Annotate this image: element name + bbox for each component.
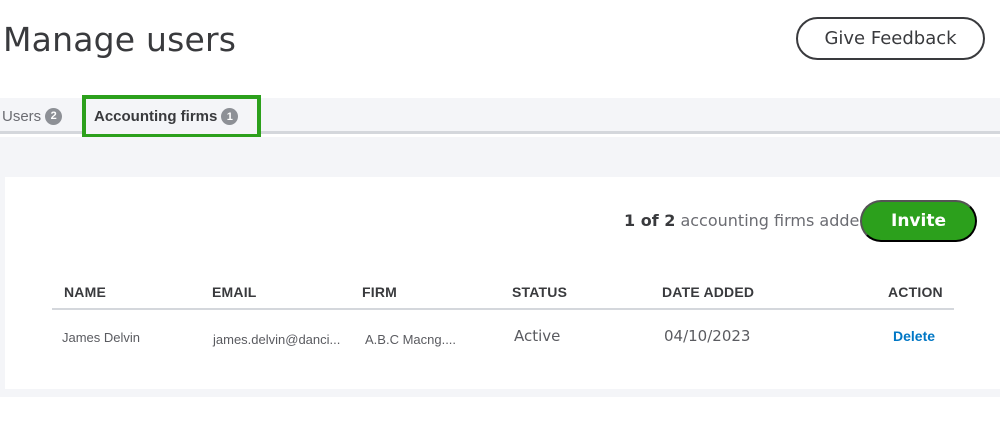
column-header-date-added: DATE ADDED [662, 284, 755, 300]
tabs-bar: Users 2 Accounting firms 1 [0, 95, 1000, 138]
cell-status: Active [514, 327, 561, 345]
firms-added-summary: 1 of 2 accounting firms added [624, 211, 870, 230]
firms-count-badge: 1 [221, 108, 239, 125]
table-header-divider [52, 308, 954, 310]
firms-added-suffix: accounting firms added [680, 211, 870, 230]
accounting-firms-card [5, 177, 1000, 389]
cell-name: James Delvin [62, 330, 141, 345]
delete-link[interactable]: Delete [893, 328, 935, 344]
tab-users-label: Users [2, 107, 42, 125]
tab-users[interactable]: Users 2 [2, 98, 63, 134]
give-feedback-button[interactable]: Give Feedback [796, 17, 985, 60]
invite-button[interactable]: Invite [860, 200, 977, 242]
column-header-status: STATUS [512, 284, 568, 300]
firms-added-count: 1 of 2 [624, 211, 676, 230]
users-count-badge: 2 [45, 107, 63, 125]
page-title: Manage users [3, 20, 237, 59]
column-header-email: EMAIL [212, 284, 257, 300]
cell-email: james.delvin@danci... [213, 332, 341, 347]
cell-firm: A.B.C Macng.... [365, 332, 457, 347]
column-header-firm: FIRM [362, 284, 398, 300]
tab-accounting-firms[interactable]: Accounting firms 1 [82, 95, 261, 138]
cell-date-added: 04/10/2023 [664, 327, 751, 345]
tab-accounting-firms-label: Accounting firms [94, 108, 218, 125]
column-header-action: ACTION [888, 284, 943, 300]
column-header-name: NAME [64, 284, 107, 300]
